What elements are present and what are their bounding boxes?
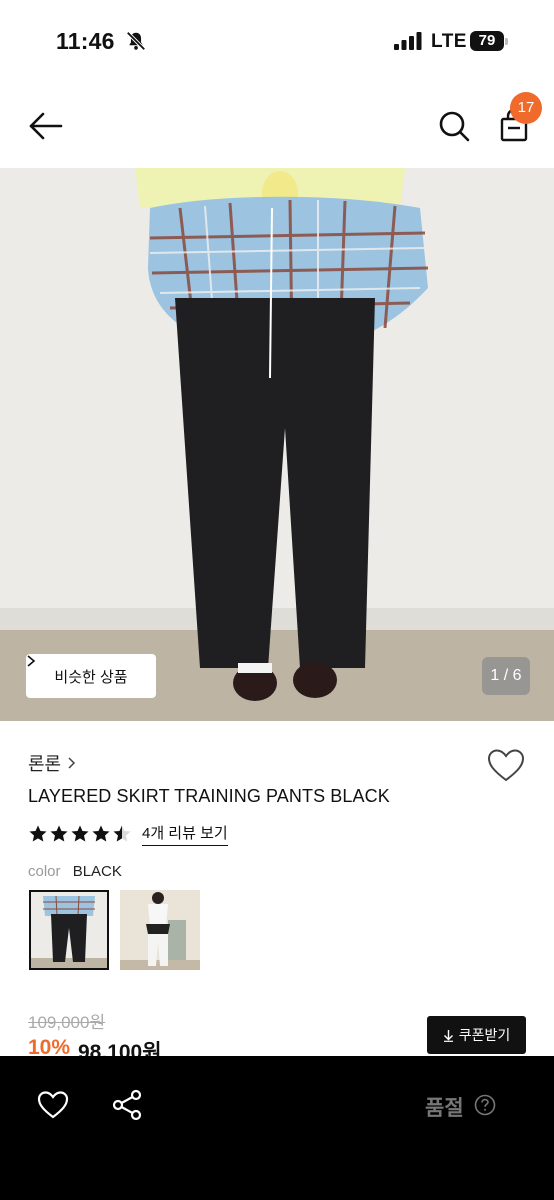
brand-name: 론론 (28, 754, 62, 774)
product-photo (0, 168, 554, 721)
swatch-photo (31, 892, 107, 968)
download-icon (443, 1029, 453, 1042)
color-value: BLACK (72, 863, 122, 880)
battery-level: 79 (470, 31, 504, 51)
color-swatch-black[interactable] (29, 890, 109, 970)
coupon-button[interactable]: 쿠폰받기 (427, 1016, 526, 1054)
arrow-left-icon[interactable] (26, 108, 66, 144)
battery-cap (505, 38, 508, 45)
heart-icon[interactable] (486, 746, 526, 786)
product-image-carousel[interactable]: 비슷한 상품 1 / 6 (0, 168, 554, 721)
similar-products-label: 비슷한 상품 (54, 668, 128, 686)
image-page-counter: 1 / 6 (482, 657, 530, 695)
star-icon (50, 825, 68, 842)
color-option-row: color BLACK (28, 863, 122, 880)
status-bar: 11:46 LTE 79 (0, 0, 554, 84)
heart-icon[interactable] (36, 1088, 70, 1122)
chevron-right-icon (27, 655, 36, 667)
original-price: 109,000원 (28, 1013, 106, 1032)
rating-stars (28, 824, 132, 844)
color-label: color (28, 863, 61, 880)
similar-products-button[interactable]: 비슷한 상품 (26, 654, 156, 698)
share-icon[interactable] (110, 1088, 144, 1122)
star-icon (71, 825, 89, 842)
product-name: LAYERED SKIRT TRAINING PANTS BLACK (28, 786, 390, 806)
top-nav (0, 84, 554, 168)
search-icon[interactable] (436, 108, 472, 144)
question-circle-icon[interactable] (474, 1094, 496, 1116)
star-icon (29, 825, 47, 842)
battery-icon: 79 (470, 31, 510, 51)
review-link[interactable]: 4개 리뷰 보기 (142, 822, 228, 846)
star-icon (92, 825, 110, 842)
color-swatch-white[interactable] (120, 890, 200, 970)
swatch-photo (120, 890, 200, 970)
bottom-action-bar: 품절 (0, 1056, 554, 1200)
rating-row: 4개 리뷰 보기 (28, 822, 228, 846)
cart-count-badge: 17 (510, 92, 542, 124)
chevron-right-icon (68, 757, 76, 769)
soldout-label: 품절 (425, 1097, 464, 1120)
star-icon (113, 825, 131, 842)
network-label: LTE (431, 31, 467, 52)
brand-link[interactable]: 론론 (28, 750, 76, 776)
signal-icon (394, 32, 422, 50)
status-time: 11:46 (56, 28, 115, 54)
coupon-label: 쿠폰받기 (458, 1027, 511, 1043)
bell-slash-icon (126, 31, 146, 51)
